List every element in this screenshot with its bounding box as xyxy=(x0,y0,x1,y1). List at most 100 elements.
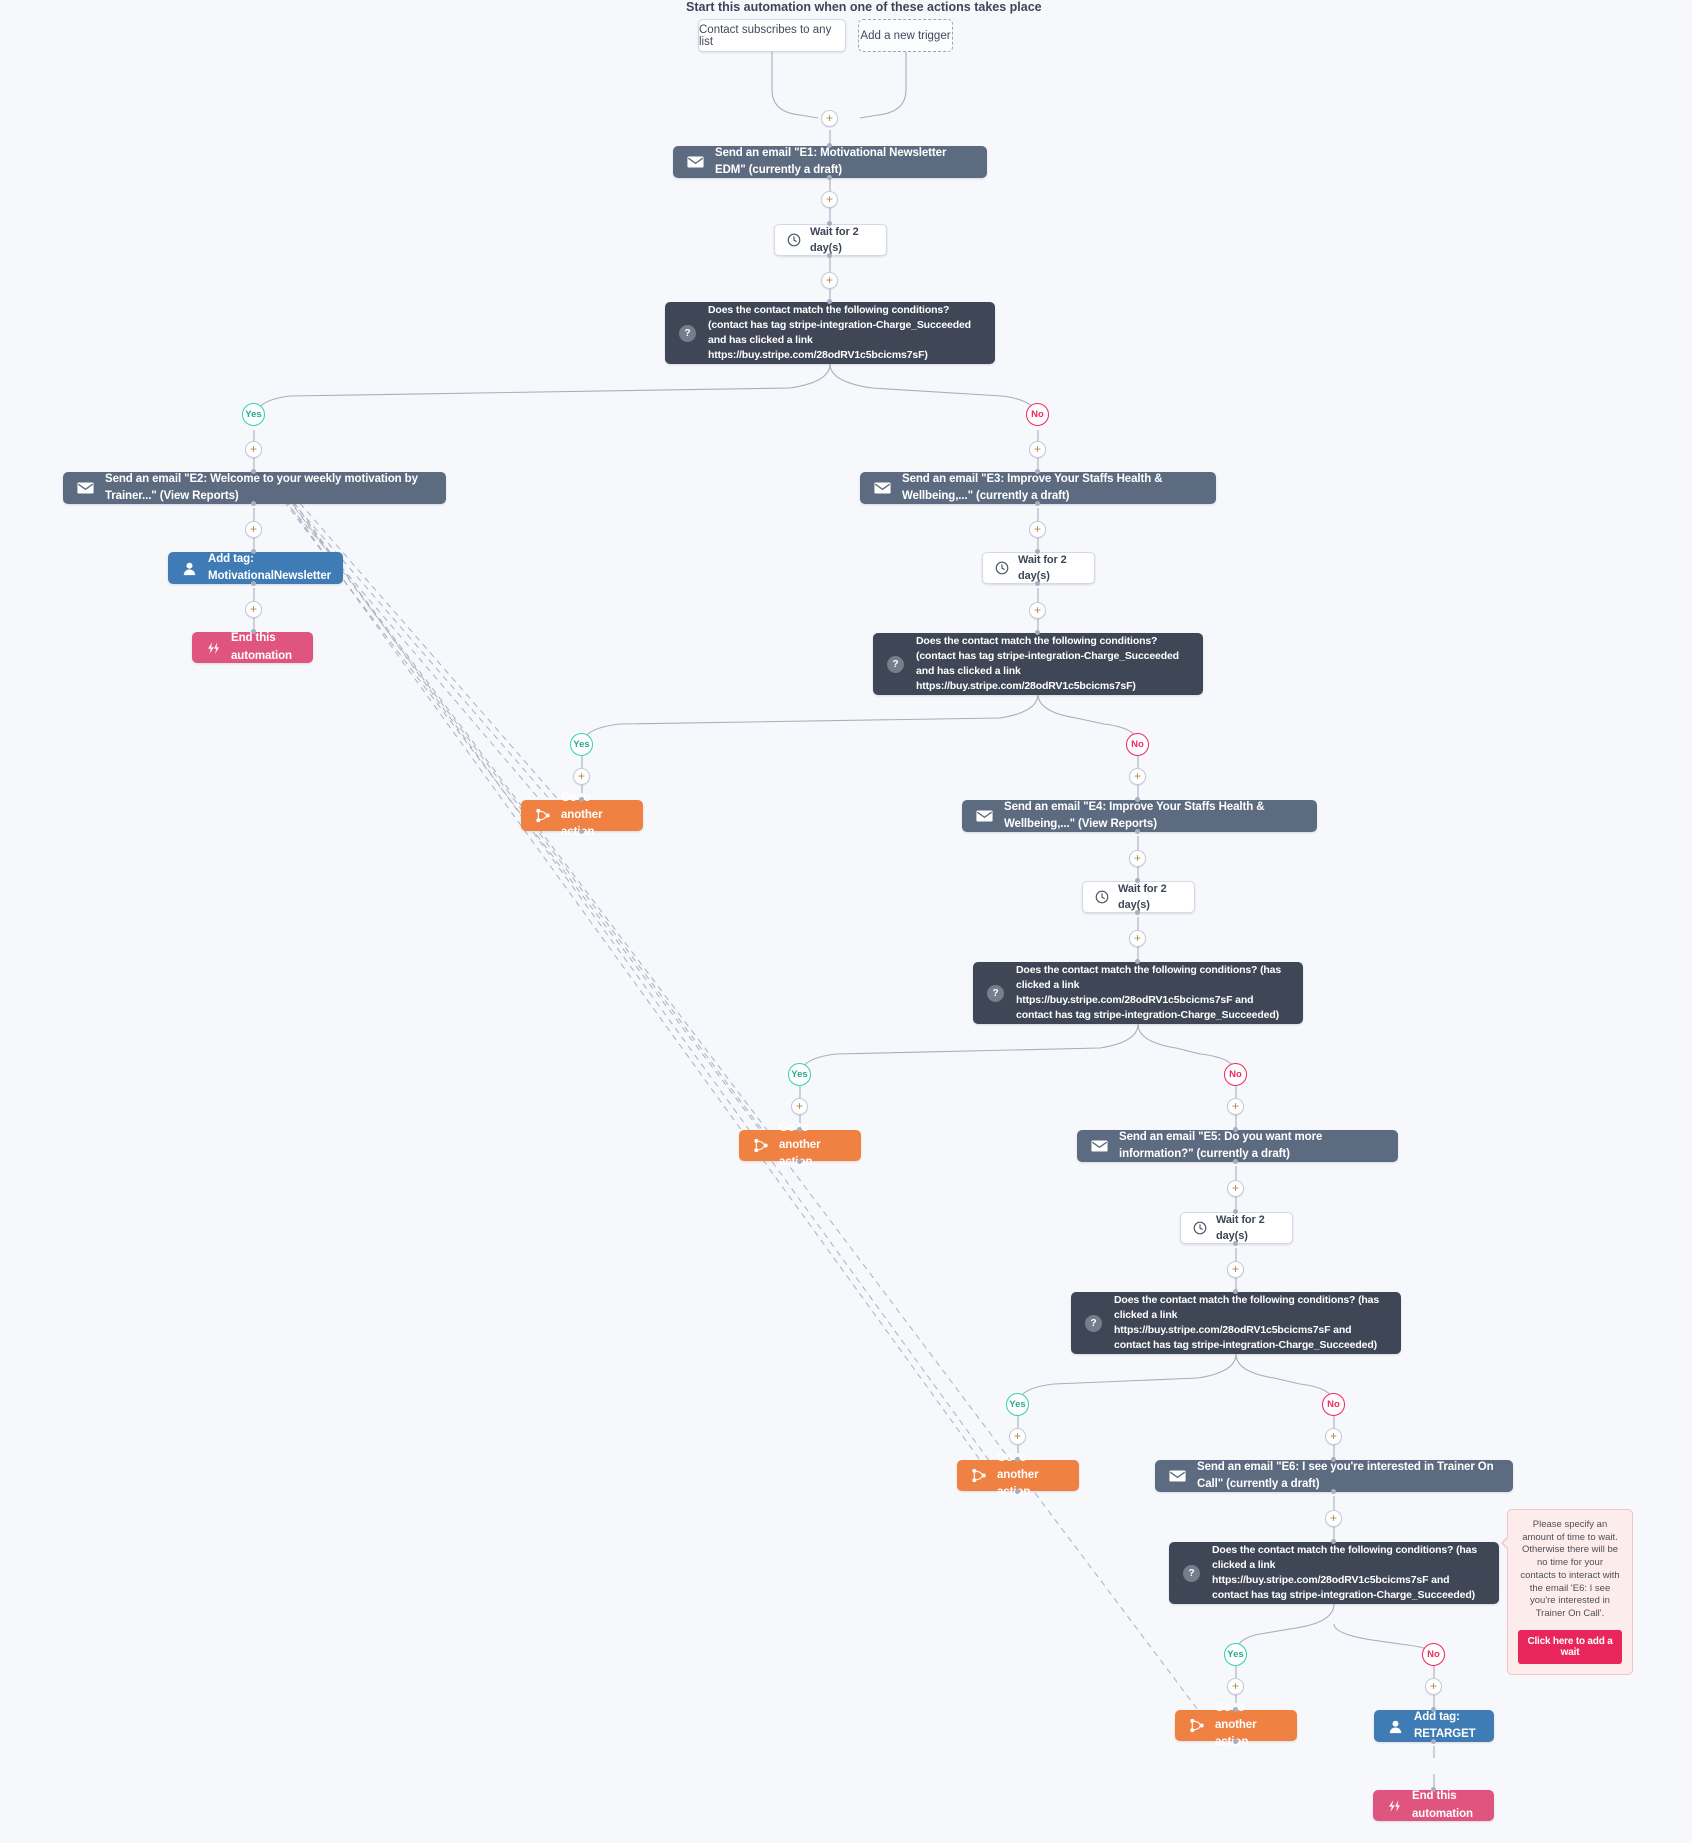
action-send-email-e4[interactable]: Send an email "E4: Improve Your Staffs H… xyxy=(962,800,1317,832)
connector-dot xyxy=(1035,469,1040,474)
action-wait-3[interactable]: Wait for 2 day(s) xyxy=(1082,881,1195,913)
action-add-tag-retarget[interactable]: Add tag: RETARGET xyxy=(1374,1710,1494,1742)
branch-label: No xyxy=(1031,409,1044,420)
action-wait-4[interactable]: Wait for 2 day(s) xyxy=(1180,1212,1293,1244)
branch-label: Yes xyxy=(1227,1649,1244,1660)
question-mark-icon: ? xyxy=(1085,1314,1102,1332)
connector-dot xyxy=(1015,1489,1020,1494)
branch-yes-3[interactable]: Yes xyxy=(788,1063,811,1086)
add-step-plus[interactable]: + xyxy=(1325,1428,1342,1445)
connector-dot xyxy=(579,829,584,834)
action-send-email-e2[interactable]: Send an email "E2: Welcome to your weekl… xyxy=(63,472,446,504)
branch-no-1[interactable]: No xyxy=(1026,403,1049,426)
action-goto-another-2[interactable]: Go to another action xyxy=(739,1122,861,1168)
node-label: Does the contact match the following con… xyxy=(916,635,1179,692)
condition-node-4[interactable]: ? Does the contact match the following c… xyxy=(1071,1292,1401,1354)
node-label: Wait for 2 day(s) xyxy=(1216,1213,1265,1243)
connector-dot xyxy=(827,253,832,258)
node-label: Send an email "E5: Do you want more info… xyxy=(1119,1130,1323,1160)
add-step-plus[interactable]: + xyxy=(573,768,590,785)
branch-no-2[interactable]: No xyxy=(1126,733,1149,756)
action-wait-1[interactable]: Wait for 2 day(s) xyxy=(774,224,887,256)
connector-dot xyxy=(1331,1489,1336,1494)
node-label: Add tag: RETARGET xyxy=(1414,1710,1476,1740)
add-step-plus[interactable]: + xyxy=(791,1098,808,1115)
action-add-tag-motivational[interactable]: Add tag: MotivationalNewsletter xyxy=(168,552,343,584)
connector-dot xyxy=(827,175,832,180)
action-goto-another-4[interactable]: Go to another action xyxy=(1175,1702,1297,1748)
add-step-plus[interactable]: + xyxy=(1227,1261,1244,1278)
action-send-email-e5[interactable]: Send an email "E5: Do you want more info… xyxy=(1077,1130,1398,1162)
add-wait-button[interactable]: Click here to add a wait xyxy=(1518,1629,1622,1664)
add-step-plus[interactable]: + xyxy=(1227,1678,1244,1695)
connector-dot xyxy=(1135,959,1140,964)
connector-dot xyxy=(1331,1457,1336,1462)
branch-no-3[interactable]: No xyxy=(1224,1063,1247,1086)
branch-no-4[interactable]: No xyxy=(1322,1393,1345,1416)
action-send-email-e3[interactable]: Send an email "E3: Improve Your Staffs H… xyxy=(860,472,1216,504)
add-step-plus[interactable]: + xyxy=(821,272,838,289)
add-step-plus[interactable]: + xyxy=(1227,1098,1244,1115)
person-icon xyxy=(182,561,208,576)
action-send-email-e6[interactable]: Send an email "E6: I see you're interest… xyxy=(1155,1460,1513,1492)
condition-node-5[interactable]: ? Does the contact match the following c… xyxy=(1169,1542,1499,1604)
add-step-plus[interactable]: + xyxy=(1129,850,1146,867)
add-step-plus[interactable]: + xyxy=(1129,768,1146,785)
add-step-plus[interactable]: + xyxy=(245,521,262,538)
automation-canvas[interactable]: Start this automation when one of these … xyxy=(0,0,1692,1843)
add-step-plus[interactable]: + xyxy=(1029,602,1046,619)
connector-dot xyxy=(1135,829,1140,834)
trigger-contact-subscribes[interactable]: Contact subscribes to any list xyxy=(698,19,846,52)
connector-dot xyxy=(827,221,832,226)
wait-warning-tooltip: Please specify an amount of time to wait… xyxy=(1501,1509,1633,1675)
condition-node-3[interactable]: ? Does the contact match the following c… xyxy=(973,962,1303,1024)
action-goto-another-3[interactable]: Go to another action xyxy=(957,1452,1079,1498)
add-step-plus[interactable]: + xyxy=(1029,521,1046,538)
node-label: End this automation xyxy=(231,632,292,662)
connector-dot xyxy=(827,143,832,148)
question-mark-icon: ? xyxy=(679,324,696,342)
envelope-icon xyxy=(1091,1140,1119,1152)
node-label: Send an email "E3: Improve Your Staffs H… xyxy=(902,472,1163,502)
branch-yes-5[interactable]: Yes xyxy=(1224,1643,1247,1666)
node-label: End this automation xyxy=(1412,1790,1473,1820)
branch-yes-4[interactable]: Yes xyxy=(1006,1393,1029,1416)
branch-label: Yes xyxy=(1009,1399,1026,1410)
condition-node-2[interactable]: ? Does the contact match the following c… xyxy=(873,633,1203,695)
add-step-plus[interactable]: + xyxy=(821,191,838,208)
connector-dot xyxy=(827,299,832,304)
connector-dot xyxy=(251,581,256,586)
node-label: Send an email "E2: Welcome to your weekl… xyxy=(105,472,418,502)
node-label: Does the contact match the following con… xyxy=(1212,1544,1478,1601)
add-new-trigger-button[interactable]: Add a new trigger xyxy=(858,19,953,52)
add-step-plus[interactable]: + xyxy=(821,110,838,127)
branch-yes-2[interactable]: Yes xyxy=(570,733,593,756)
end-automation-icon xyxy=(1387,1799,1412,1813)
action-goto-another-1[interactable]: Go to another action xyxy=(521,792,643,838)
action-end-automation-1[interactable]: End this automation xyxy=(192,632,313,663)
add-step-plus[interactable]: + xyxy=(1425,1678,1442,1695)
add-step-plus[interactable]: + xyxy=(245,601,262,618)
add-step-plus[interactable]: + xyxy=(1129,930,1146,947)
add-step-plus[interactable]: + xyxy=(1325,1510,1342,1527)
branch-yes-1[interactable]: Yes xyxy=(242,403,265,426)
action-wait-2[interactable]: Wait for 2 day(s) xyxy=(982,552,1095,584)
node-label: Go to another action xyxy=(779,1121,821,1169)
branch-no-5[interactable]: No xyxy=(1422,1643,1445,1666)
add-step-plus[interactable]: + xyxy=(1009,1428,1026,1445)
connector-dot xyxy=(1035,581,1040,586)
add-step-plus[interactable]: + xyxy=(1029,441,1046,458)
connector-dot xyxy=(1135,797,1140,802)
clock-icon xyxy=(1095,890,1118,904)
branch-goto-icon xyxy=(971,1468,997,1483)
connector-dot xyxy=(1035,630,1040,635)
condition-node-1[interactable]: ? Does the contact match the following c… xyxy=(665,302,995,364)
add-step-plus[interactable]: + xyxy=(245,441,262,458)
action-end-automation-2[interactable]: End this automation xyxy=(1373,1790,1494,1821)
connector-dot xyxy=(1135,910,1140,915)
add-step-plus[interactable]: + xyxy=(1227,1180,1244,1197)
question-mark-icon: ? xyxy=(987,984,1004,1002)
node-label: Go to another action xyxy=(997,1451,1039,1499)
node-label: Wait for 2 day(s) xyxy=(1018,553,1067,583)
action-send-email-e1[interactable]: Send an email "E1: Motivational Newslett… xyxy=(673,146,987,178)
